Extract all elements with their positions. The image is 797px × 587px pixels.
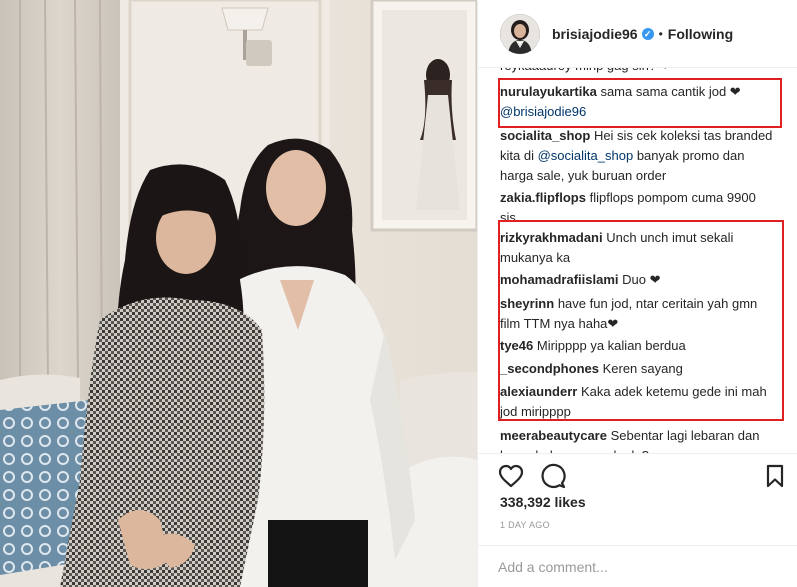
heart-icon[interactable]	[496, 461, 526, 491]
comment-input[interactable]	[498, 556, 778, 578]
verified-badge-icon: ✓	[641, 27, 654, 40]
comment-mention[interactable]: @socialita_shop	[538, 148, 634, 163]
bookmark-icon[interactable]	[760, 461, 790, 491]
comment-partial: reykaaaurey mirip gag sih? ❤	[500, 68, 775, 76]
likes-count[interactable]: 338,392 likes	[500, 494, 586, 510]
username-link[interactable]: brisiajodie96	[552, 26, 638, 42]
post-header: brisiajodie96 ✓ • Following	[478, 0, 797, 68]
post-image	[0, 0, 477, 587]
post-side-panel: brisiajodie96 ✓ • Following reykaaaurey …	[477, 0, 797, 587]
post-timestamp[interactable]: 1 DAY AGO	[500, 520, 550, 530]
comment-username[interactable]: meerabeautycare	[500, 428, 607, 443]
comment-item: meerabeautycare Sebentar lagi lebaran da…	[500, 426, 775, 453]
comments-list[interactable]: reykaaaurey mirip gag sih? ❤ nurulayukar…	[498, 68, 788, 453]
comment-username[interactable]: zakia.flipflops	[500, 190, 586, 205]
comment-item: socialita_shop Hei sis cek koleksi tas b…	[500, 126, 775, 186]
comment-icon[interactable]	[538, 461, 568, 491]
highlight-box	[498, 220, 784, 421]
avatar[interactable]	[500, 13, 540, 54]
post-actions	[478, 453, 797, 493]
highlight-box	[498, 78, 782, 128]
comment-username[interactable]: socialita_shop	[500, 128, 590, 143]
add-comment-section	[478, 545, 797, 587]
following-button[interactable]: Following	[668, 26, 733, 42]
separator-dot: •	[658, 26, 663, 41]
post-photo[interactable]	[0, 0, 477, 587]
